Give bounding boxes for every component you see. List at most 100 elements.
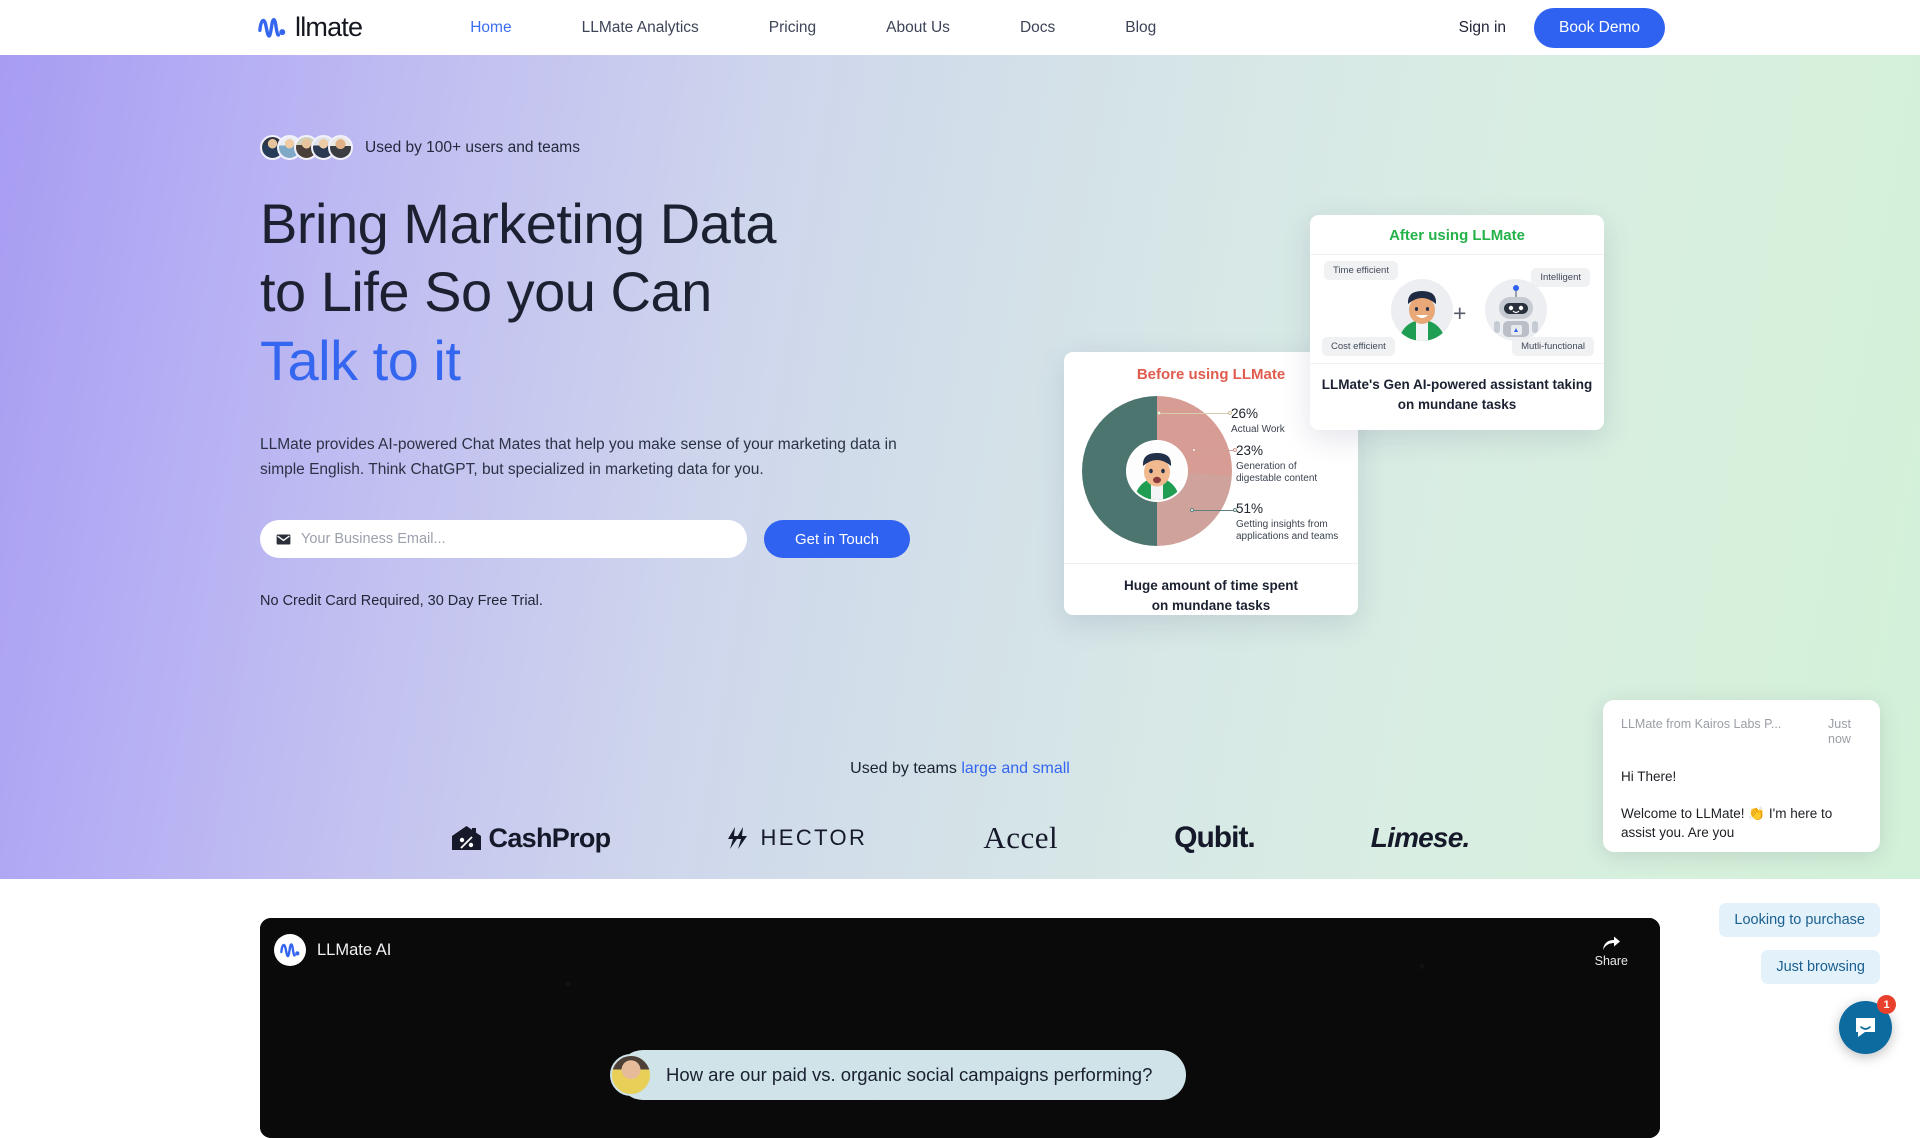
product-demo-video[interactable]: LLMate AI Share How are our paid vs. org…: [260, 918, 1660, 1138]
after-card-illustration: Time efficient Cost efficient Intelligen…: [1310, 255, 1604, 363]
pie-name-insights: Getting insights from: [1236, 519, 1328, 530]
nav-link-pricing[interactable]: Pricing: [769, 19, 816, 37]
chat-unread-badge: 1: [1877, 995, 1896, 1014]
avatar-group: [260, 135, 353, 160]
logo-hector-text: HECTOR: [760, 825, 867, 851]
after-caption-line-1: LLMate's Gen AI-powered assistant taking: [1322, 377, 1593, 392]
nav-link-llmate-analytics[interactable]: LLMate Analytics: [582, 19, 699, 37]
logo-limese: Limese.: [1371, 822, 1470, 854]
after-using-llmate-card: After using LLMate Time efficient Cost e…: [1310, 215, 1604, 430]
after-card-title: After using LLMate: [1310, 215, 1604, 255]
share-label: Share: [1595, 954, 1628, 968]
chip-multi-functional: Mutli-functional: [1512, 337, 1594, 356]
chat-message-body: Welcome to LLMate! 👏 I'm here to assist …: [1621, 804, 1862, 842]
hero-title-line-1: Bring Marketing Data: [260, 192, 776, 255]
nav-link-docs[interactable]: Docs: [1020, 19, 1055, 37]
email-signup-form: Get in Touch: [260, 520, 960, 558]
after-card-caption: LLMate's Gen AI-powered assistant taking…: [1310, 363, 1604, 425]
pie-value-26: 26%: [1231, 406, 1285, 423]
pie-leader-dot: [1157, 411, 1161, 415]
social-proof-text: Used by 100+ users and teams: [365, 139, 580, 157]
pie-leader-line: [1159, 413, 1231, 414]
plus-sign: +: [1453, 300, 1466, 327]
hero-title-accent: Talk to it: [260, 329, 460, 392]
chat-timestamp: Just now: [1828, 717, 1862, 747]
logo-qubit: Qubit.: [1174, 821, 1255, 855]
pie-leader-line: [1192, 510, 1236, 511]
llmate-wave-logo-icon: [258, 15, 286, 40]
nav-actions: Sign in Book Demo: [1459, 8, 1665, 48]
chat-bubble-text: How are our paid vs. organic social camp…: [618, 1050, 1186, 1100]
video-brand-name: LLMate AI: [317, 941, 391, 960]
envelope-icon: [276, 534, 291, 545]
share-button[interactable]: Share: [1595, 936, 1628, 968]
pie-leader-dot: [1190, 508, 1194, 512]
pie-name-generation: Generation of: [1236, 461, 1297, 472]
nav-link-about-us[interactable]: About Us: [886, 19, 950, 37]
robot-icon: [1485, 279, 1547, 341]
quick-reply-looking-to-purchase[interactable]: Looking to purchase: [1719, 903, 1880, 937]
primary-nav: Home LLMate Analytics Pricing About Us D…: [470, 19, 1156, 37]
chat-user-avatar: [610, 1054, 652, 1096]
logo-accel-text: Accel: [983, 820, 1058, 856]
quick-reply-just-browsing[interactable]: Just browsing: [1761, 950, 1880, 984]
stressed-person-illustration-icon: [1128, 442, 1186, 500]
pie-leader-dot: [1192, 448, 1196, 452]
nav-link-home[interactable]: Home: [470, 19, 511, 37]
pie-value-23: 23%: [1236, 443, 1317, 460]
chat-greeting: Hi There!: [1621, 769, 1862, 784]
pie-value-51: 51%: [1236, 501, 1338, 518]
brand-logo[interactable]: llmate: [258, 14, 362, 41]
hero-title-line-2: to Life So you Can: [260, 260, 712, 323]
happy-person-illustration: [1391, 279, 1453, 341]
pie-name-actual-work: Actual Work: [1231, 424, 1285, 435]
hero-subtitle: LLMate provides AI-powered Chat Mates th…: [260, 432, 908, 482]
chat-sender-name: LLMate from Kairos Labs P...: [1621, 717, 1781, 747]
chip-time-efficient: Time efficient: [1324, 261, 1398, 280]
email-input[interactable]: [301, 531, 731, 547]
logo-hector: HECTOR: [726, 825, 867, 851]
page-title: Bring Marketing Data to Life So you Can …: [260, 190, 960, 395]
chip-cost-efficient: Cost efficient: [1322, 337, 1395, 356]
sign-in-link[interactable]: Sign in: [1459, 19, 1506, 37]
chat-notification-card[interactable]: LLMate from Kairos Labs P... Just now Hi…: [1603, 700, 1880, 852]
used-by-teams-prefix: Used by teams: [850, 760, 961, 777]
donut-chart-ring: [1082, 396, 1232, 546]
avatar: [328, 135, 353, 160]
pie-label-digestable-content: 23% Generation of digestable content: [1236, 443, 1317, 486]
pie-label-actual-work: 26% Actual Work: [1231, 406, 1285, 436]
top-navbar: llmate Home LLMate Analytics Pricing Abo…: [0, 0, 1920, 55]
pie-name-digestable: digestable content: [1236, 473, 1317, 484]
before-caption-line-2: on mundane tasks: [1152, 598, 1271, 613]
smiling-person-icon: [1391, 279, 1453, 341]
logo-cashprop-text: CashProp: [489, 823, 611, 854]
trial-fineprint: No Credit Card Required, 30 Day Free Tri…: [260, 593, 960, 609]
logo-accel: Accel: [983, 820, 1058, 856]
chat-bubble-icon: [1853, 1016, 1878, 1040]
book-demo-button[interactable]: Book Demo: [1534, 8, 1665, 48]
video-backdrop: [260, 918, 1660, 1138]
video-brand-logo: [274, 934, 306, 966]
chat-notification-meta: LLMate from Kairos Labs P... Just now: [1621, 717, 1862, 747]
hero-content: Used by 100+ users and teams Bring Marke…: [260, 135, 960, 609]
video-header: LLMate AI: [274, 934, 391, 966]
pie-name-apps-teams: applications and teams: [1236, 531, 1338, 542]
brand-name: llmate: [295, 14, 362, 41]
email-field-wrapper[interactable]: [260, 520, 747, 558]
house-percent-icon: [451, 825, 482, 851]
chip-intelligent: Intelligent: [1531, 268, 1590, 287]
get-in-touch-button[interactable]: Get in Touch: [764, 520, 910, 558]
llmate-wave-logo-icon: [280, 941, 300, 959]
demo-chat-message: How are our paid vs. organic social camp…: [610, 1050, 1186, 1100]
large-and-small-link[interactable]: large and small: [961, 760, 1070, 777]
lightning-h-icon: [726, 825, 753, 851]
before-caption-line-1: Huge amount of time spent: [1124, 578, 1298, 593]
chat-quick-replies: Looking to purchase Just browsing: [1719, 903, 1880, 984]
donut-center-avatar: [1128, 442, 1186, 500]
pie-label-getting-insights: 51% Getting insights from applications a…: [1236, 501, 1338, 544]
logo-qubit-text: Qubit.: [1174, 821, 1255, 855]
after-caption-line-2: on mundane tasks: [1398, 397, 1517, 412]
pie-leader-line: [1194, 450, 1236, 451]
nav-link-blog[interactable]: Blog: [1125, 19, 1156, 37]
logo-limese-text: Limese.: [1371, 822, 1470, 854]
